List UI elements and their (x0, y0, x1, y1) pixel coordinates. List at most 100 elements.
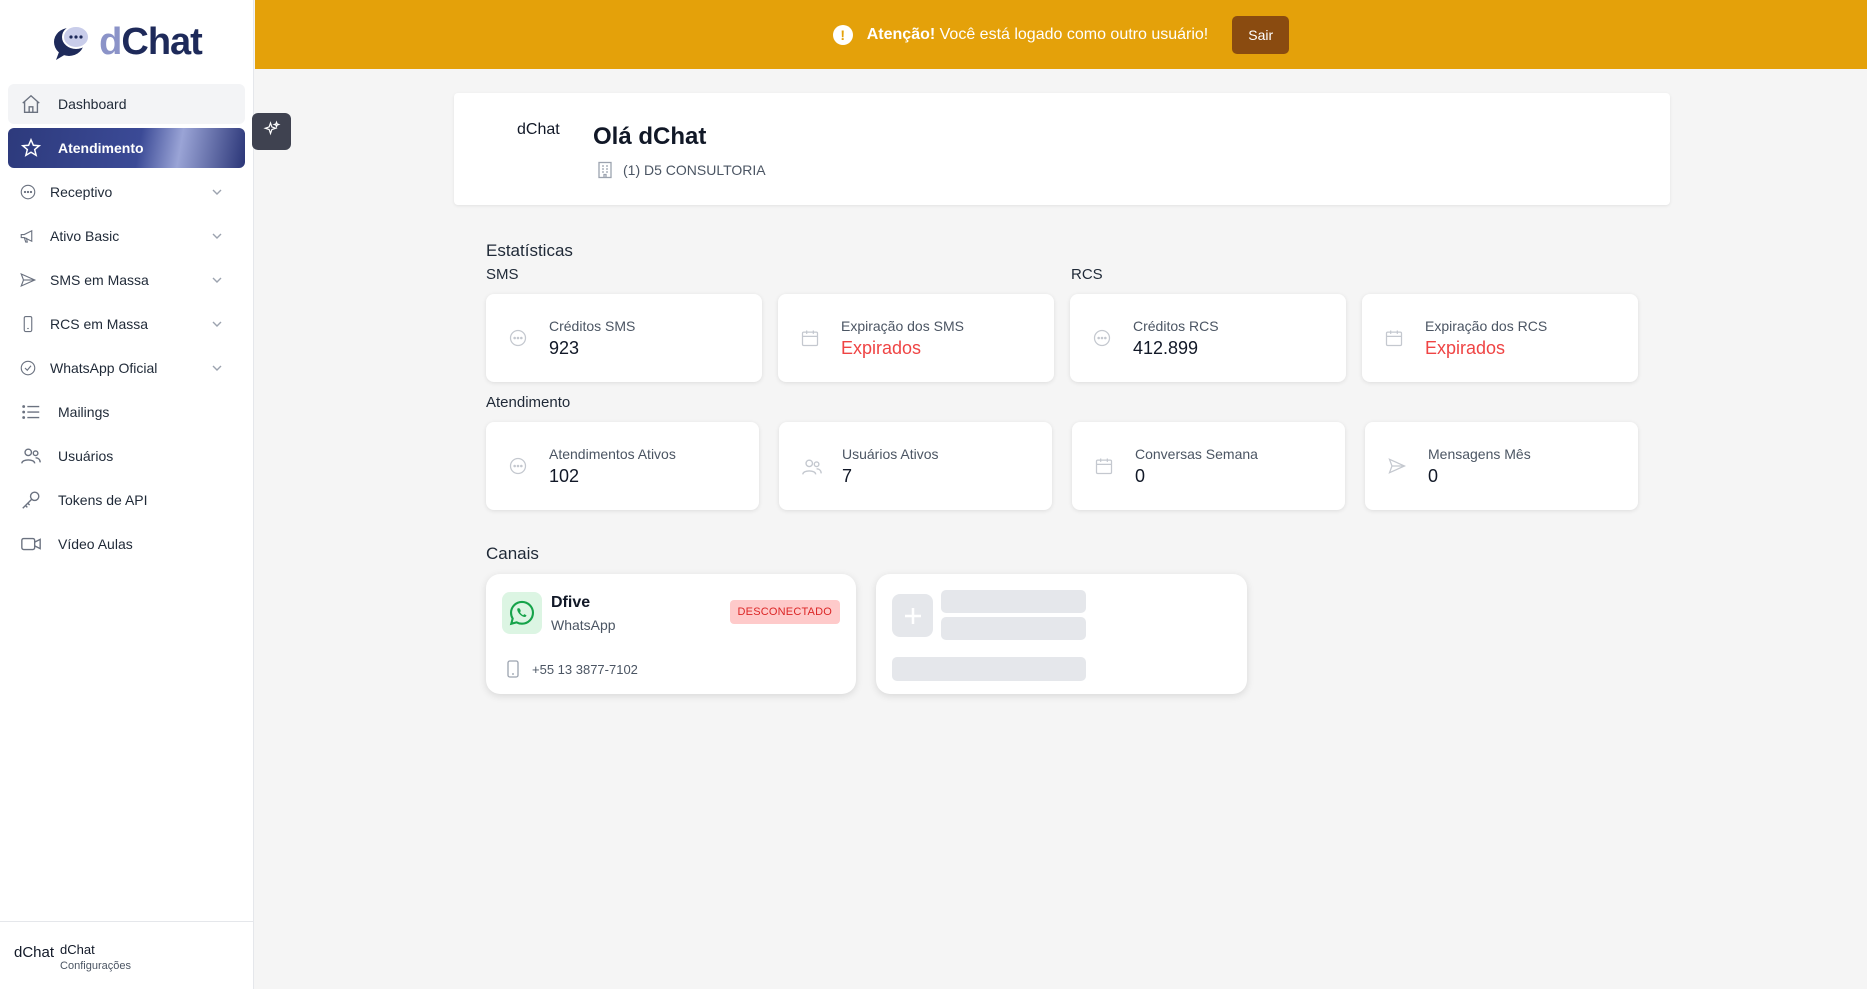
logo-text-prefix: d (99, 20, 122, 63)
key-icon (18, 487, 44, 513)
chat-icon (508, 328, 528, 353)
account-avatar: dChat (14, 944, 55, 961)
whatsapp-icon (502, 592, 542, 634)
sidebar-item-label: SMS em Massa (50, 272, 149, 288)
stat-value: 102 (549, 466, 580, 486)
sidebar-item-ativo-basic[interactable]: Ativo Basic (8, 216, 245, 256)
rcs-section-title: RCS (1071, 266, 1103, 283)
stat-label: Conversas Semana (1135, 446, 1258, 462)
list-icon (18, 399, 44, 425)
sidebar-item-dashboard[interactable]: Dashboard (8, 84, 245, 124)
sidebar-nav: Dashboard Atendimento Receptivo Ativo Ba… (0, 84, 253, 564)
channel-phone: +55 13 3877-7102 (506, 660, 638, 678)
chevron-down-icon (211, 317, 223, 333)
stat-label: Créditos RCS (1133, 318, 1219, 334)
app-logo[interactable]: dChat (0, 0, 253, 84)
home-icon (18, 91, 44, 117)
settings-link[interactable]: Configurações (60, 960, 131, 972)
sidebar-item-label: Usuários (58, 448, 114, 464)
sidebar-item-video-aulas[interactable]: Vídeo Aulas (8, 524, 245, 564)
users-icon (801, 456, 823, 483)
add-channel-card[interactable] (876, 574, 1247, 694)
calendar-icon (1094, 456, 1114, 481)
send-icon (1387, 456, 1407, 481)
phone-icon (18, 311, 38, 337)
sms-section-title: SMS (486, 266, 519, 283)
sidebar-item-atendimento[interactable]: Atendimento (8, 128, 245, 168)
chevron-down-icon (211, 273, 223, 289)
stat-value: 7 (842, 466, 853, 486)
sidebar-item-label: WhatsApp Oficial (50, 360, 158, 376)
stat-card-month-messages: Mensagens Mês 0 (1365, 422, 1638, 510)
sidebar-item-mailings[interactable]: Mailings (8, 392, 245, 432)
stat-card-active-attendances: Atendimentos Ativos 102 (486, 422, 759, 510)
chevron-down-icon (211, 185, 223, 201)
company-avatar: dChat (517, 121, 560, 138)
chat-icon (1092, 328, 1112, 353)
stat-label: Expiração dos SMS (841, 318, 964, 334)
chevron-down-icon (211, 229, 223, 245)
plus-icon (892, 594, 933, 637)
stat-value: 923 (549, 338, 580, 358)
calendar-icon (1384, 328, 1404, 353)
sidebar-item-label: Mailings (58, 404, 110, 420)
account-name: dChat (60, 942, 95, 957)
chat-icon (508, 456, 528, 481)
logout-button[interactable]: Sair (1232, 15, 1290, 54)
sidebar-item-receptivo[interactable]: Receptivo (8, 172, 245, 212)
stat-value: Expirados (1425, 338, 1506, 358)
skeleton-line (892, 657, 1086, 681)
banner-message: Atenção! Você está logado como outro usu… (867, 26, 1209, 44)
stat-card-active-users: Usuários Ativos 7 (779, 422, 1052, 510)
banner-bold: Atenção! (866, 25, 936, 43)
stat-value: Expirados (841, 338, 922, 358)
sidebar-item-label: RCS em Massa (50, 316, 149, 332)
channel-type: WhatsApp (551, 617, 616, 633)
video-icon (18, 531, 44, 557)
stat-card-sms-expiry: Expiração dos SMS Expirados (778, 294, 1054, 382)
sidebar-item-whatsapp-oficial[interactable]: WhatsApp Oficial (8, 348, 245, 388)
channel-name: Dfive (551, 594, 591, 611)
atendimento-section-title: Atendimento (486, 394, 571, 411)
sparkle-icon (262, 120, 281, 143)
users-icon (18, 443, 44, 469)
sidebar-item-sms-em-massa[interactable]: SMS em Massa (8, 260, 245, 300)
star-icon (18, 135, 44, 161)
stat-value: 0 (1428, 466, 1439, 486)
stat-card-rcs-credits: Créditos RCS 412.899 (1070, 294, 1346, 382)
sidebar-footer-account[interactable]: dChat dChat Configurações (0, 921, 254, 989)
sidebar-item-label: Ativo Basic (50, 228, 120, 244)
company-name: (1) D5 CONSULTORIA (623, 162, 766, 178)
stat-card-rcs-expiry: Expiração dos RCS Expirados (1362, 294, 1638, 382)
sidebar-item-usuarios[interactable]: Usuários (8, 436, 245, 476)
warning-icon: ! (832, 24, 853, 45)
channel-card[interactable]: Dfive WhatsApp DESCONECTADO +55 13 3877-… (486, 574, 856, 694)
check-circle-icon (18, 355, 38, 381)
phone-icon (506, 660, 520, 678)
sidebar-item-rcs-em-massa[interactable]: RCS em Massa (8, 304, 245, 344)
send-icon (18, 267, 38, 293)
logo-chat-bubbles-icon (51, 20, 95, 64)
channel-phone-number: +55 13 3877-7102 (532, 661, 638, 677)
sidebar-item-label: Tokens de API (58, 492, 148, 508)
stat-value: 412.899 (1133, 338, 1199, 358)
impersonation-banner: ! Atenção! Você está logado como outro u… (255, 0, 1867, 69)
skeleton-line (941, 617, 1086, 640)
sidebar-item-label: Dashboard (58, 96, 127, 112)
chevron-down-icon (211, 361, 223, 377)
calendar-icon (800, 328, 820, 353)
stat-label: Usuários Ativos (842, 446, 939, 462)
stats-title: Estatísticas (486, 241, 573, 260)
ai-assistant-button[interactable] (252, 113, 291, 150)
chat-icon (18, 179, 38, 205)
skeleton-line (941, 590, 1086, 613)
stat-card-sms-credits: Créditos SMS 923 (486, 294, 762, 382)
stat-value: 0 (1135, 466, 1146, 486)
status-badge: DESCONECTADO (729, 600, 840, 624)
stat-label: Expiração dos RCS (1425, 318, 1548, 334)
company-info: (1) D5 CONSULTORIA (597, 161, 766, 179)
greeting-card: dChat Olá dChat (1) D5 CONSULTORIA (454, 93, 1670, 205)
stat-label: Créditos SMS (549, 318, 636, 334)
sidebar-item-tokens-de-api[interactable]: Tokens de API (8, 480, 245, 520)
banner-text: Você está logado como outro usuário! (935, 25, 1209, 43)
